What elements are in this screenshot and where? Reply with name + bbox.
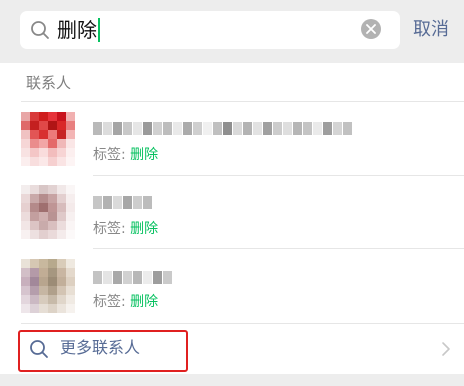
contact-row[interactable]: 标签: 删除 [0, 176, 464, 248]
search-input[interactable]: 删除 [57, 18, 100, 42]
avatar [21, 185, 75, 239]
search-results: 联系人 标签: 删除 标签: 删除 标签: 删除 更多联系人 [0, 63, 464, 374]
search-bar: 删除 取消 [0, 0, 464, 58]
contact-tag: 标签: 删除 [93, 221, 159, 237]
chevron-right-icon [442, 342, 450, 356]
avatar [21, 112, 75, 166]
search-field[interactable]: 删除 [20, 11, 400, 49]
section-header-contacts: 联系人 [26, 74, 72, 92]
contact-name-obscured [93, 269, 173, 284]
contact-tag: 标签: 删除 [93, 147, 159, 163]
contact-row[interactable]: 标签: 删除 [0, 102, 464, 174]
avatar [21, 259, 75, 313]
cancel-button[interactable]: 取消 [413, 18, 449, 42]
contact-name-obscured [93, 194, 153, 209]
search-icon [31, 21, 49, 39]
contact-tag: 标签: 删除 [93, 294, 159, 310]
clear-button[interactable] [361, 19, 381, 39]
highlight-annotation [18, 330, 188, 372]
clear-icon [366, 24, 376, 34]
contact-name-obscured [93, 120, 353, 135]
contact-row[interactable]: 标签: 删除 [0, 249, 464, 321]
text-caret [98, 18, 100, 42]
